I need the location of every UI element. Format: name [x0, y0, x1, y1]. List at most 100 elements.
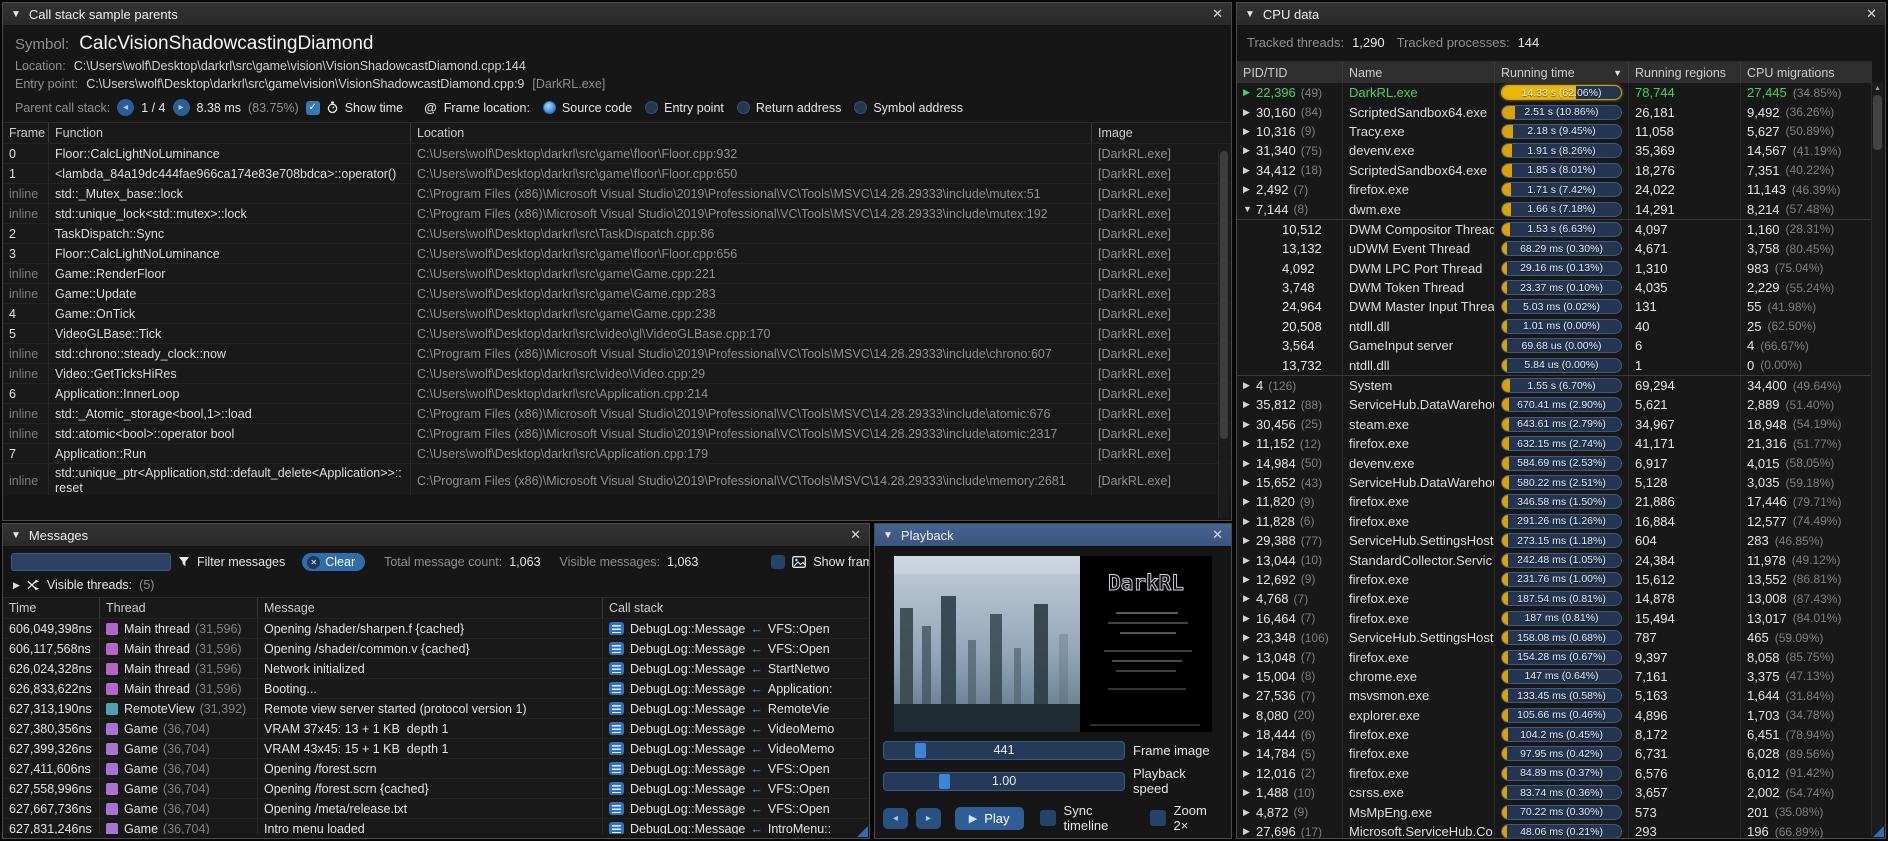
process-row[interactable]: 10,512 DWM Compositor Thread 1.53 s (6.6… [1237, 219, 1872, 239]
expand-icon[interactable]: ▶ [1243, 87, 1256, 98]
process-row[interactable]: ▶ 30,456 (25) steam.exe 643.61 ms (2.79%… [1237, 415, 1872, 434]
expand-icon[interactable]: ▶ [1243, 671, 1256, 682]
close-icon[interactable]: ✕ [1212, 527, 1223, 543]
message-row[interactable]: 606,117,568ns Main thread (31,596) Openi… [3, 639, 869, 659]
process-row[interactable]: ▶ 12,016 (2) firefox.exe 84.89 ms (0.37%… [1237, 764, 1872, 783]
expand-icon[interactable]: ▶ [1243, 652, 1256, 663]
process-row[interactable]: ▶ 10,316 (9) Tracy.exe 2.18 s (9.45%) 11… [1237, 122, 1872, 141]
process-row[interactable]: 3,748 DWM Token Thread 23.37 ms (0.10%) … [1237, 278, 1872, 297]
collapse-icon[interactable]: ▼ [883, 530, 893, 541]
sync-timeline-checkbox[interactable] [1040, 810, 1056, 826]
process-row[interactable]: ▶ 34,412 (18) ScriptedSandbox64.exe 1.85… [1237, 161, 1872, 180]
filter-input[interactable] [11, 553, 171, 571]
callstack-row[interactable]: 5 VideoGLBase::Tick C:\Users\wolf\Deskto… [3, 324, 1231, 344]
callstack-scrollbar[interactable] [1218, 149, 1229, 518]
message-callstack[interactable]: DebugLog::Message ← StartNetwo [603, 659, 869, 678]
expand-icon[interactable]: ▶ [1243, 399, 1256, 410]
scrollbar-thumb[interactable] [1220, 151, 1228, 439]
message-row[interactable]: 626,833,622ns Main thread (31,596) Booti… [3, 679, 869, 699]
message-callstack[interactable]: DebugLog::Message ← IntroMenu:: [603, 819, 869, 834]
process-row[interactable]: ▼ 7,144 (8) dwm.exe 1.66 s (7.18%) 14,29… [1237, 199, 1872, 218]
callstack-row[interactable]: 0 Floor::CalcLightNoLuminance C:\Users\w… [3, 144, 1231, 164]
process-row[interactable]: 13,132 uDWM Event Thread 68.29 ms (0.30%… [1237, 239, 1872, 258]
message-row[interactable]: 627,411,606ns Game (36,704) Opening /for… [3, 759, 869, 779]
expand-icon[interactable]: ▶ [1243, 419, 1256, 430]
process-row[interactable]: 20,508 ntdll.dll 1.01 ms (0.00%) 40 25 (… [1237, 317, 1872, 336]
process-row[interactable]: ▶ 11,828 (6) firefox.exe 291.26 ms (1.26… [1237, 512, 1872, 531]
message-row[interactable]: 627,313,190ns RemoteView (31,392) Remote… [3, 699, 869, 719]
message-callstack[interactable]: DebugLog::Message ← VFS::Open [603, 619, 869, 638]
message-callstack[interactable]: DebugLog::Message ← VideoMemo [603, 739, 869, 758]
expand-icon[interactable]: ▶ [1243, 807, 1256, 818]
expand-icon[interactable]: ▶ [1243, 787, 1256, 798]
process-row[interactable]: ▶ 16,464 (7) firefox.exe 187 ms (0.81%) … [1237, 609, 1872, 628]
process-row[interactable]: ▶ 27,536 (7) msvsmon.exe 133.45 ms (0.58… [1237, 686, 1872, 705]
process-row[interactable]: ▶ 13,044 (10) StandardCollector.Servic 2… [1237, 550, 1872, 569]
expand-icon[interactable]: ▶ [1243, 184, 1256, 195]
expand-icon[interactable]: ▶ [1243, 458, 1256, 469]
expand-icon[interactable]: ▶ [1243, 729, 1256, 740]
process-row[interactable]: ▶ 11,152 (12) firefox.exe 632.15 ms (2.7… [1237, 434, 1872, 453]
scroll-up-icon[interactable]: ▲ [1874, 85, 1881, 92]
prev-frame-button[interactable]: ◂ [883, 808, 908, 829]
process-row[interactable]: ▶ 8,080 (20) explorer.exe 105.66 ms (0.4… [1237, 706, 1872, 725]
message-row[interactable]: 627,831,246ns Game (36,704) Intro menu l… [3, 819, 869, 834]
callstack-row[interactable]: inline std::unique_ptr<Application,std::… [3, 464, 1231, 495]
collapse-icon[interactable]: ▼ [11, 9, 21, 20]
callstack-row[interactable]: inline std::atomic<bool>::operator bool … [3, 424, 1231, 444]
close-icon[interactable]: ✕ [1212, 6, 1223, 22]
column-header-image[interactable]: Image [1092, 123, 1231, 143]
resize-grip[interactable] [1873, 826, 1884, 837]
callstack-row[interactable]: 1 <lambda_84a19dc444fae966ca174e83e708bd… [3, 164, 1231, 184]
callstack-row[interactable]: inline Game::RenderFloor C:\Users\wolf\D… [3, 264, 1231, 284]
expand-icon[interactable]: ▶ [1243, 613, 1256, 624]
process-row[interactable]: ▶ 1,488 (10) csrss.exe 83.74 ms (0.36%) … [1237, 783, 1872, 802]
process-row[interactable]: ▶ 4 (126) System 1.55 s (6.70%) 69,294 3… [1237, 376, 1872, 395]
process-row[interactable]: 13,732 ntdll.dll 5.84 us (0.00%) 1 0 (0.… [1237, 355, 1872, 375]
message-row[interactable]: 627,399,326ns Game (36,704) VRAM 43x45: … [3, 739, 869, 759]
cpu-scrollbar[interactable]: ▲ [1871, 83, 1883, 836]
column-header-name[interactable]: Name [1343, 62, 1495, 83]
frame-location-radio[interactable]: Symbol address [854, 101, 963, 115]
clear-button[interactable]: ✕ Clear [302, 553, 365, 571]
column-header-regions[interactable]: Running regions [1629, 62, 1741, 83]
column-header-pid[interactable]: PID/TID [1237, 62, 1343, 83]
column-header-frame[interactable]: Frame [3, 123, 49, 143]
callstack-row[interactable]: 6 Application::InnerLoop C:\Users\wolf\D… [3, 384, 1231, 404]
show-frame-checkbox[interactable] [771, 555, 785, 569]
column-header-message[interactable]: Message [258, 598, 603, 618]
process-row[interactable]: ▶ 14,784 (5) firefox.exe 97.95 ms (0.42%… [1237, 744, 1872, 763]
column-header-time[interactable]: Time [3, 598, 100, 618]
collapse-icon[interactable]: ▼ [1245, 9, 1255, 20]
process-row[interactable]: 4,092 DWM LPC Port Thread 29.16 ms (0.13… [1237, 259, 1872, 278]
entry-point-path[interactable]: C:\Users\wolf\Desktop\darkrl\src\game\vi… [86, 77, 524, 91]
column-header-callstack[interactable]: Call stack [603, 598, 869, 618]
column-header-migrations[interactable]: CPU migrations [1741, 62, 1872, 83]
scrollbar-thumb[interactable] [1873, 95, 1882, 150]
expand-icon[interactable]: ▶ [1243, 710, 1256, 721]
column-header-function[interactable]: Function [49, 123, 411, 143]
play-button[interactable]: ▶ Play [955, 807, 1024, 830]
callstack-row[interactable]: inline std::_Atomic_storage<bool,1>::loa… [3, 404, 1231, 424]
collapse-icon[interactable]: ▼ [11, 530, 21, 541]
expand-icon[interactable]: ▶ [1243, 690, 1256, 701]
prev-parent-button[interactable]: ◂ [117, 99, 134, 116]
frame-location-radio[interactable]: Source code [543, 101, 632, 115]
close-icon[interactable]: ✕ [850, 527, 861, 543]
process-row[interactable]: ▶ 12,692 (9) firefox.exe 231.76 ms (1.00… [1237, 570, 1872, 589]
message-callstack[interactable]: DebugLog::Message ← VFS::Open [603, 799, 869, 818]
process-row[interactable]: ▶ 22,396 (49) DarkRL.exe 14.33 s (62.06%… [1237, 83, 1872, 102]
process-row[interactable]: ▶ 13,048 (7) firefox.exe 154.28 ms (0.67… [1237, 647, 1872, 666]
message-callstack[interactable]: DebugLog::Message ← Application: [603, 679, 869, 698]
playback-speed-slider[interactable]: 1.00 [883, 772, 1125, 791]
process-row[interactable]: 24,964 DWM Master Input Thread 5.03 ms (… [1237, 297, 1872, 316]
expand-icon[interactable]: ▶ [1243, 826, 1256, 837]
process-row[interactable]: ▶ 15,652 (43) ServiceHub.DataWarehou 580… [1237, 473, 1872, 492]
expand-icon[interactable]: ▼ [1243, 204, 1256, 214]
process-row[interactable]: ▶ 18,444 (6) firefox.exe 104.2 ms (0.45%… [1237, 725, 1872, 744]
process-row[interactable]: ▶ 4,768 (7) firefox.exe 187.54 ms (0.81%… [1237, 589, 1872, 608]
frame-location-radio[interactable]: Entry point [645, 101, 724, 115]
expand-icon[interactable]: ▶ [1243, 632, 1256, 643]
process-row[interactable]: 3,564 GameInput server 69.68 us (0.00%) … [1237, 336, 1872, 355]
expand-icon[interactable]: ▶ [1243, 574, 1256, 585]
